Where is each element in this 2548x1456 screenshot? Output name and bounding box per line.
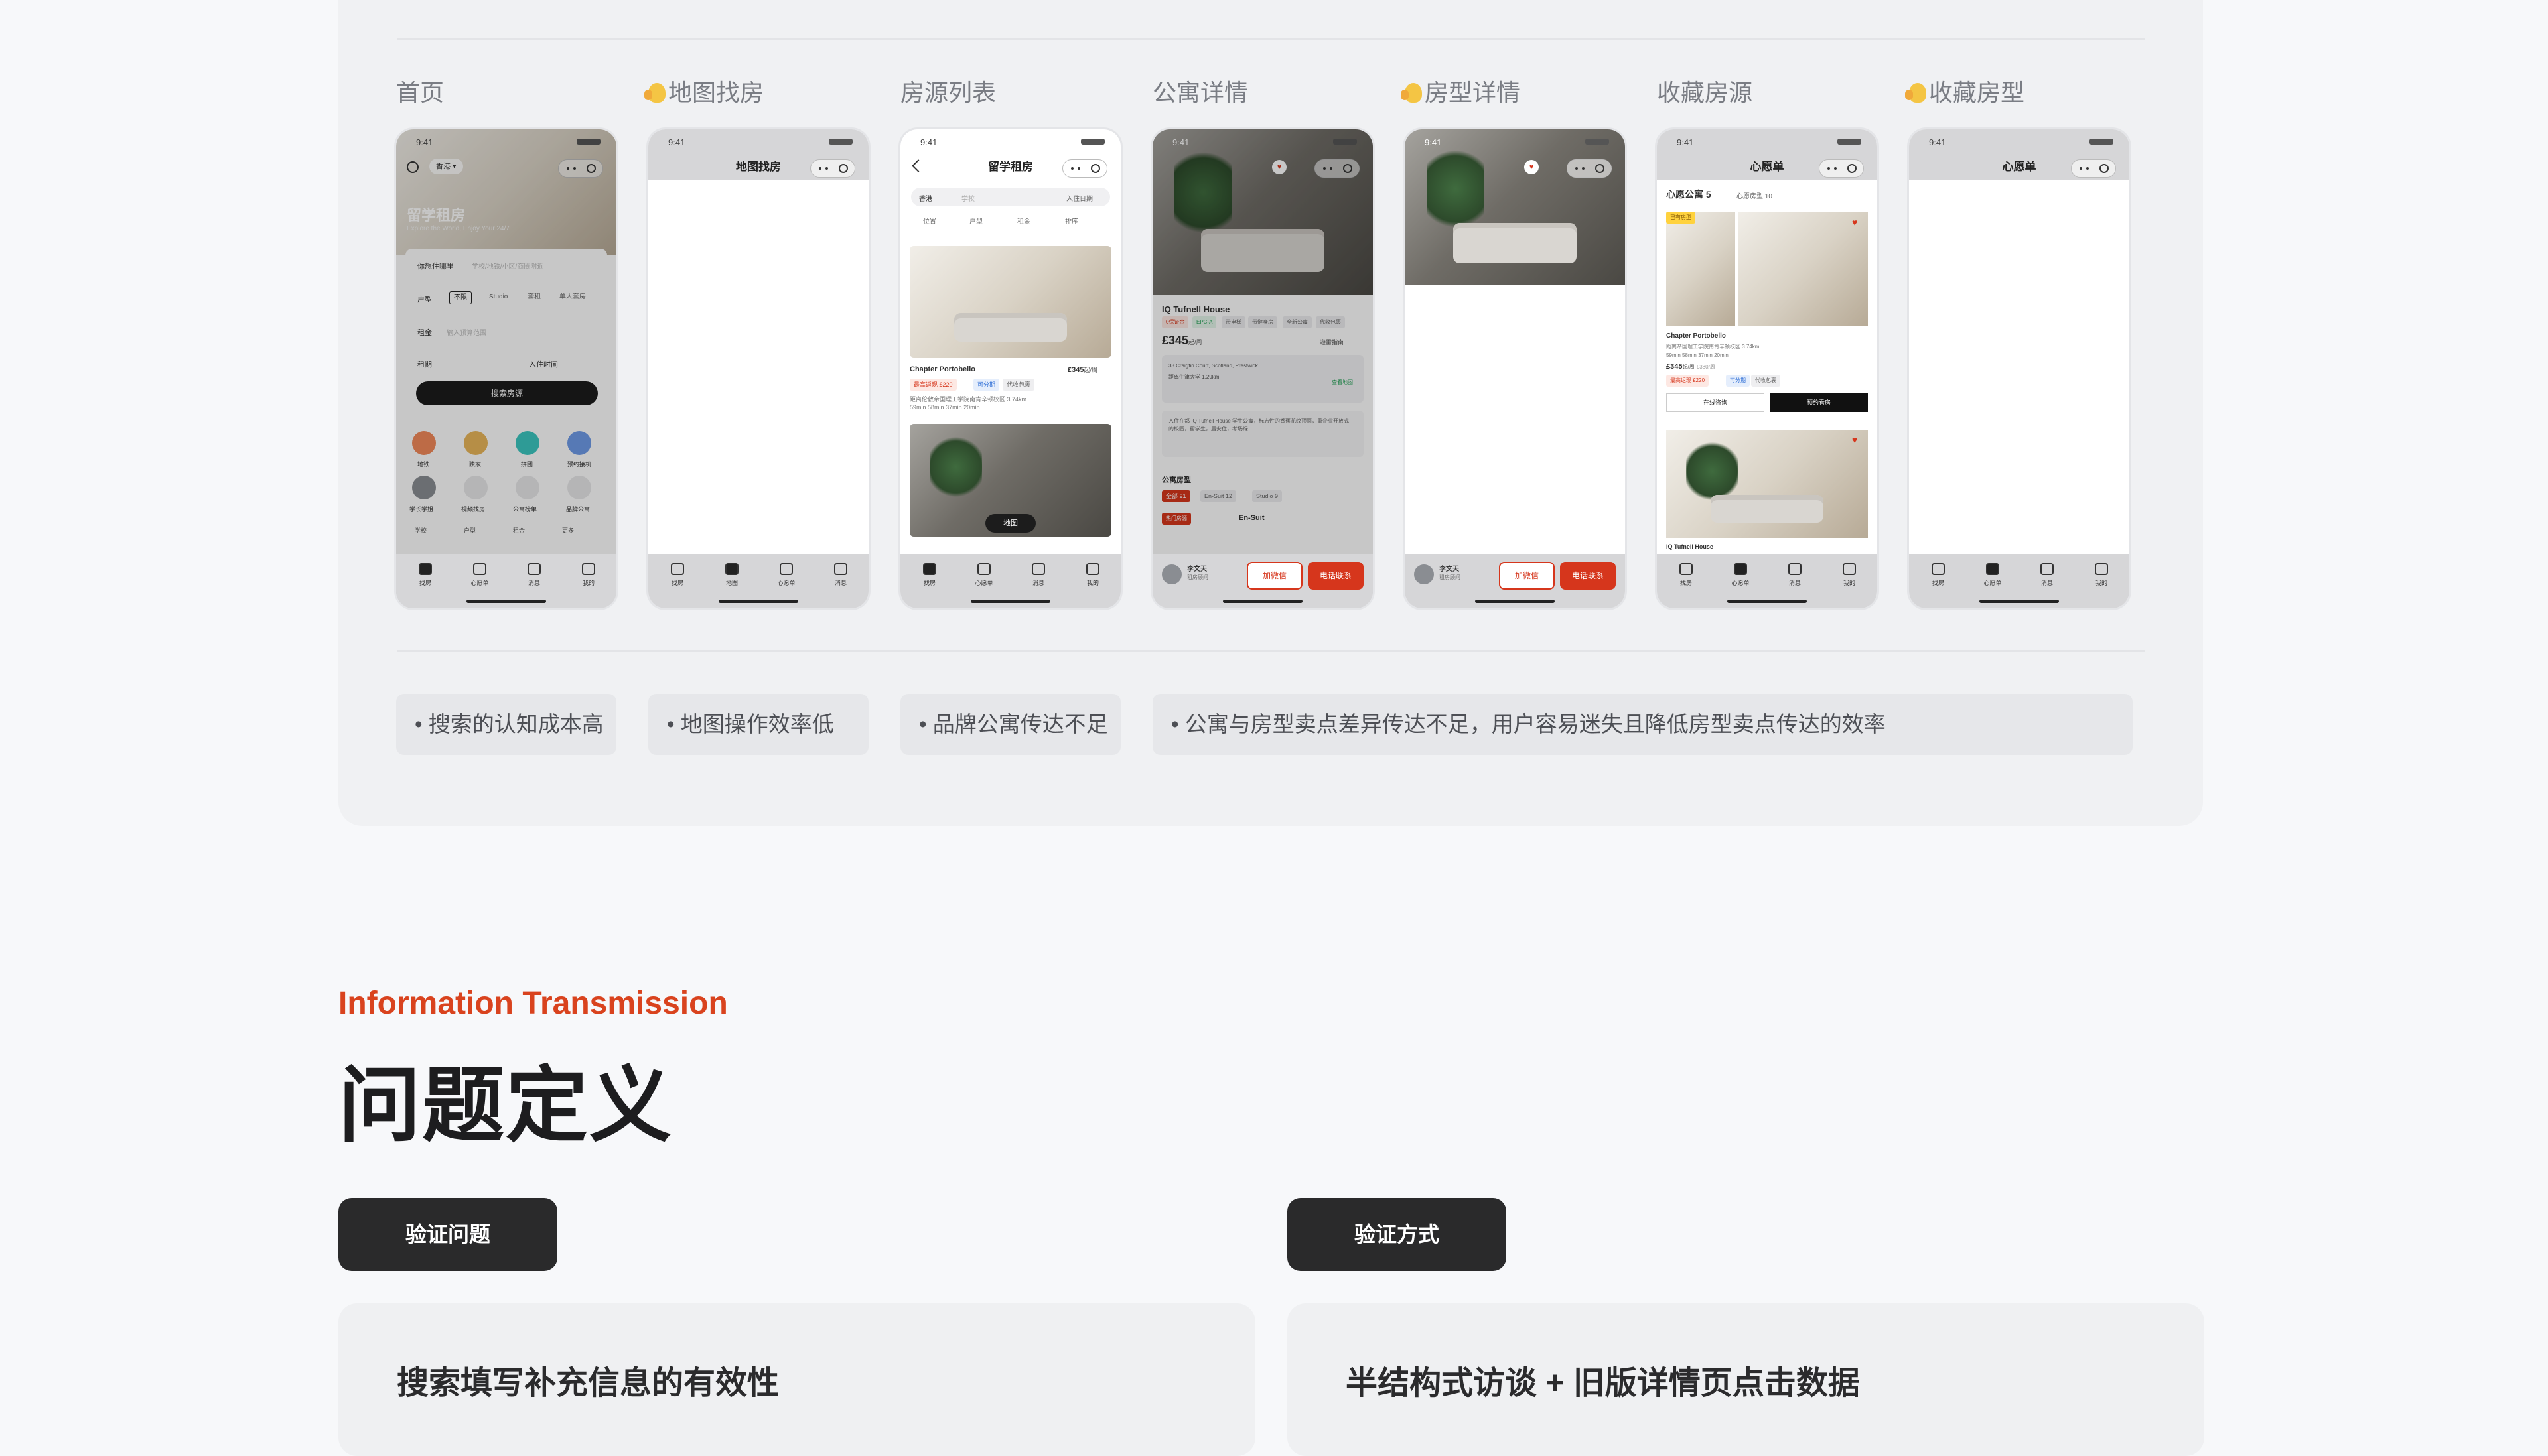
battery-icon bbox=[1837, 139, 1861, 145]
heart-icon[interactable]: ♥ bbox=[1852, 434, 1857, 445]
screen-label-room: 房型详情 bbox=[1401, 78, 1520, 107]
tab-messages[interactable]: 消息 bbox=[827, 563, 854, 587]
tab-wishlist[interactable]: 心愿单 bbox=[1727, 563, 1754, 587]
pain-point: • 地图操作效率低 bbox=[648, 694, 869, 755]
phone-fav-types: 9:41 心愿单 找房 心愿单 消息 我的 bbox=[1909, 129, 2129, 608]
fav-photo[interactable] bbox=[1666, 430, 1868, 538]
tab-find[interactable]: 找房 bbox=[412, 563, 439, 587]
home-indicator bbox=[719, 600, 798, 603]
top-divider bbox=[397, 38, 2145, 40]
battery-icon bbox=[1081, 139, 1105, 145]
home-indicator bbox=[1979, 600, 2059, 603]
raised-hand-emoji-icon bbox=[644, 83, 666, 103]
heart-icon[interactable]: ♥ bbox=[1852, 217, 1857, 228]
fav-photo[interactable] bbox=[1738, 212, 1868, 326]
tab-find[interactable]: 找房 bbox=[916, 563, 943, 587]
call-button[interactable]: 电话联系 bbox=[1560, 562, 1616, 590]
tab-bar: 找房 地图 心愿单 消息 bbox=[648, 554, 869, 608]
verify-method-pill: 验证方式 bbox=[1287, 1198, 1506, 1271]
capsule-menu[interactable] bbox=[1819, 159, 1864, 178]
book-viewing-button[interactable]: 预约看房 bbox=[1770, 393, 1868, 412]
battery-icon bbox=[1585, 139, 1609, 145]
screen-label-map: 地图找房 bbox=[644, 78, 764, 107]
screen-label-favorites: 收藏房源 bbox=[1657, 79, 1753, 106]
home-indicator bbox=[1223, 600, 1303, 603]
screen-label-fav-types: 收藏房型 bbox=[1905, 78, 2024, 107]
screen-label-apartment: 公寓详情 bbox=[1153, 79, 1249, 106]
raised-hand-emoji-icon bbox=[1401, 83, 1422, 103]
agent-avatar bbox=[1162, 564, 1182, 584]
tab-find[interactable]: 找房 bbox=[664, 563, 691, 587]
capsule-menu[interactable] bbox=[810, 159, 855, 178]
tab-find[interactable]: 找房 bbox=[1925, 563, 1951, 587]
tab-fav-room-types[interactable]: 心愿房型 10 bbox=[1736, 190, 1772, 200]
listing-name[interactable]: Chapter Portobello bbox=[910, 365, 975, 373]
tab-me[interactable]: 我的 bbox=[1080, 563, 1106, 587]
online-consult-button[interactable]: 在线咨询 bbox=[1666, 393, 1764, 412]
tab-wishlist[interactable]: 心愿单 bbox=[773, 563, 800, 587]
tab-messages[interactable]: 消息 bbox=[1782, 563, 1808, 587]
capsule-menu[interactable] bbox=[1062, 159, 1107, 178]
phone-home: 9:41 香港 ▾ 留学租房 Explore the World, Enjoy … bbox=[396, 129, 616, 608]
battery-icon bbox=[829, 139, 853, 145]
capsule-menu[interactable] bbox=[2071, 159, 2116, 178]
tab-me[interactable]: 我的 bbox=[1836, 563, 1863, 587]
tab-messages[interactable]: 消息 bbox=[521, 563, 547, 587]
battery-icon bbox=[2089, 139, 2113, 145]
phone-map: 9:41 地图找房 找房 地图 心愿单 消息 bbox=[648, 129, 869, 608]
tab-bar: 找房 心愿单 消息 我的 bbox=[1909, 554, 2129, 608]
heart-icon[interactable]: ♥ bbox=[1524, 160, 1539, 174]
home-indicator bbox=[1475, 600, 1555, 603]
call-button[interactable]: 电话联系 bbox=[1308, 562, 1364, 590]
tab-find[interactable]: 找房 bbox=[1673, 563, 1699, 587]
capsule-menu[interactable] bbox=[1567, 159, 1612, 178]
section-title: 问题定义 bbox=[338, 1060, 673, 1152]
pain-divider bbox=[397, 650, 2145, 652]
method-card: 半结构式访谈 + 旧版详情页点击数据 bbox=[1287, 1303, 2204, 1456]
tab-bar: 找房 心愿单 消息 我的 bbox=[396, 554, 616, 608]
dim-overlay bbox=[1153, 129, 1373, 608]
tab-wishlist[interactable]: 心愿单 bbox=[971, 563, 997, 587]
add-wechat-button[interactable]: 加微信 bbox=[1247, 562, 1303, 590]
pain-point: • 公寓与房型卖点差异传达不足，用户容易迷失且降低房型卖点传达的效率 bbox=[1153, 694, 2133, 755]
tab-me[interactable]: 我的 bbox=[575, 563, 602, 587]
phone-list: 9:41 留学租房 香港 学校 入住日期 位置 户型 租金 排序 Chapter… bbox=[900, 129, 1121, 608]
agent-avatar bbox=[1414, 564, 1434, 584]
tab-wishlist[interactable]: 心愿单 bbox=[1979, 563, 2006, 587]
method-card-text: 半结构式访谈 + 旧版详情页点击数据 bbox=[1346, 1366, 1860, 1401]
phone-favorites: 9:41 心愿单 心愿公寓 5 心愿房型 10 已有房型 ♥ Chapter P… bbox=[1657, 129, 1877, 608]
fav-photo[interactable] bbox=[1666, 212, 1735, 326]
phone-apartment-detail: 9:41 ♥ IQ Tufnell House 0保证金 EPC-A 带电梯 带… bbox=[1153, 129, 1373, 608]
phone-room-detail: 9:41 ♥ 李文天 租房顾问 加微信 电话联系 bbox=[1405, 129, 1625, 608]
search-bar[interactable]: 香港 学校 入住日期 bbox=[911, 188, 1110, 206]
pain-point: • 搜索的认知成本高 bbox=[396, 694, 616, 755]
raised-hand-emoji-icon bbox=[1905, 83, 1926, 103]
tab-bar: 找房 心愿单 消息 我的 bbox=[900, 554, 1121, 608]
section-subtitle: Information Transmission bbox=[338, 986, 728, 1021]
search-input[interactable]: 学校 bbox=[961, 193, 975, 203]
screen-label-home: 首页 bbox=[396, 79, 445, 106]
tab-bar: 找房 心愿单 消息 我的 bbox=[1657, 554, 1877, 608]
map-toggle-button[interactable]: 地图 bbox=[985, 514, 1036, 533]
tab-wishlist[interactable]: 心愿单 bbox=[466, 563, 493, 587]
dim-overlay bbox=[396, 129, 616, 608]
home-indicator bbox=[971, 600, 1050, 603]
tab-fav-apartments[interactable]: 心愿公寓 5 bbox=[1666, 188, 1711, 201]
tab-me[interactable]: 我的 bbox=[2088, 563, 2115, 587]
home-indicator bbox=[1727, 600, 1807, 603]
tab-messages[interactable]: 消息 bbox=[2034, 563, 2060, 587]
home-indicator bbox=[466, 600, 546, 603]
screen-label-list: 房源列表 bbox=[900, 79, 997, 106]
tab-map[interactable]: 地图 bbox=[719, 563, 745, 587]
problem-card: 搜索填写补充信息的有效性 bbox=[338, 1303, 1255, 1456]
listing-photo[interactable] bbox=[910, 246, 1111, 358]
room-photo[interactable] bbox=[1405, 129, 1625, 285]
verify-problem-pill: 验证问题 bbox=[338, 1198, 557, 1271]
pain-point: • 品牌公寓传达不足 bbox=[900, 694, 1121, 755]
add-wechat-button[interactable]: 加微信 bbox=[1499, 562, 1555, 590]
tab-messages[interactable]: 消息 bbox=[1025, 563, 1052, 587]
problem-card-text: 搜索填写补充信息的有效性 bbox=[397, 1366, 780, 1401]
